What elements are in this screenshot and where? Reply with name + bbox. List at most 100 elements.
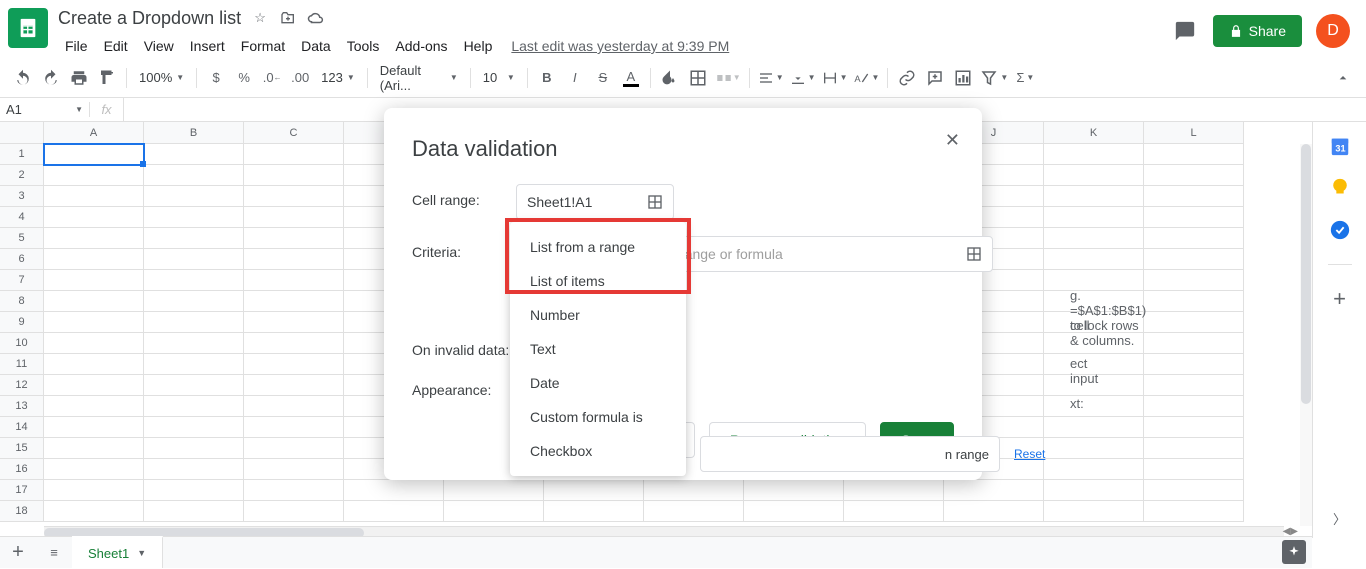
font-dropdown[interactable]: Default (Ari...▼	[374, 65, 464, 91]
move-icon[interactable]	[279, 9, 297, 27]
cell[interactable]	[44, 354, 144, 375]
document-title[interactable]: Create a Dropdown list	[58, 8, 241, 29]
col-header[interactable]: B	[144, 122, 244, 144]
comments-icon[interactable]	[1171, 17, 1199, 45]
cell[interactable]	[44, 333, 144, 354]
cell[interactable]	[244, 207, 344, 228]
sheets-logo[interactable]	[8, 8, 48, 48]
rotate-icon[interactable]: A▼	[851, 65, 881, 91]
italic-icon[interactable]: I	[562, 65, 588, 91]
keep-icon[interactable]	[1328, 176, 1352, 200]
row-header[interactable]: 8	[0, 291, 44, 312]
cell[interactable]	[44, 144, 144, 165]
text-color-icon[interactable]: A	[618, 65, 644, 91]
validation-help-input[interactable]: n range	[700, 436, 1000, 472]
cell[interactable]	[144, 312, 244, 333]
cell[interactable]	[44, 438, 144, 459]
criteria-range-input[interactable]: er a range or formula	[641, 236, 993, 272]
more-formats-dropdown[interactable]: 123▼	[315, 65, 361, 91]
row-header[interactable]: 15	[0, 438, 44, 459]
cell[interactable]	[44, 375, 144, 396]
menu-tools[interactable]: Tools	[340, 34, 387, 58]
cell[interactable]	[1144, 501, 1244, 522]
cell[interactable]	[144, 207, 244, 228]
cell[interactable]	[1144, 249, 1244, 270]
cell[interactable]	[144, 270, 244, 291]
last-edit-link[interactable]: Last edit was yesterday at 9:39 PM	[511, 38, 729, 54]
cell[interactable]	[644, 501, 744, 522]
cell[interactable]	[1144, 186, 1244, 207]
share-button[interactable]: Share	[1213, 15, 1302, 47]
criteria-option[interactable]: Text	[510, 332, 686, 366]
col-header[interactable]: L	[1144, 122, 1244, 144]
add-addon-icon[interactable]: +	[1328, 287, 1352, 311]
cell[interactable]	[244, 396, 344, 417]
cell[interactable]	[244, 459, 344, 480]
cell[interactable]	[1044, 501, 1144, 522]
cell[interactable]	[244, 333, 344, 354]
paint-format-icon[interactable]	[94, 65, 120, 91]
cell[interactable]	[1144, 438, 1244, 459]
cell[interactable]	[144, 480, 244, 501]
menu-edit[interactable]: Edit	[97, 34, 135, 58]
fill-color-icon[interactable]	[657, 65, 683, 91]
hide-side-panel-icon[interactable]: 〉	[1328, 506, 1352, 530]
row-header[interactable]: 14	[0, 417, 44, 438]
cell[interactable]	[44, 417, 144, 438]
col-header[interactable]: C	[244, 122, 344, 144]
cell[interactable]	[44, 480, 144, 501]
cell[interactable]	[344, 501, 444, 522]
cell[interactable]	[544, 480, 644, 501]
cell[interactable]	[1044, 396, 1144, 417]
menu-format[interactable]: Format	[234, 34, 292, 58]
increase-decimal-icon[interactable]: .00	[287, 65, 313, 91]
cell[interactable]	[1144, 207, 1244, 228]
cell[interactable]	[244, 165, 344, 186]
cell[interactable]	[844, 501, 944, 522]
cell[interactable]	[244, 312, 344, 333]
cell[interactable]	[144, 459, 244, 480]
row-header[interactable]: 3	[0, 186, 44, 207]
menu-file[interactable]: File	[58, 34, 95, 58]
row-header[interactable]: 2	[0, 165, 44, 186]
cell[interactable]	[244, 186, 344, 207]
cell[interactable]	[544, 501, 644, 522]
cell[interactable]	[1144, 396, 1244, 417]
criteria-option[interactable]: Date	[510, 366, 686, 400]
link-icon[interactable]	[894, 65, 920, 91]
cell[interactable]	[1044, 417, 1144, 438]
criteria-option[interactable]: Number	[510, 298, 686, 332]
row-header[interactable]: 17	[0, 480, 44, 501]
cell[interactable]	[444, 480, 544, 501]
menu-view[interactable]: View	[137, 34, 181, 58]
comment-icon[interactable]	[922, 65, 948, 91]
cell[interactable]	[244, 438, 344, 459]
row-header[interactable]: 5	[0, 228, 44, 249]
cell[interactable]	[1044, 438, 1144, 459]
cell[interactable]	[244, 228, 344, 249]
cell[interactable]	[744, 501, 844, 522]
calendar-icon[interactable]: 31	[1328, 134, 1352, 158]
cell[interactable]	[1144, 417, 1244, 438]
percent-icon[interactable]: %	[231, 65, 257, 91]
row-header[interactable]: 10	[0, 333, 44, 354]
row-header[interactable]: 4	[0, 207, 44, 228]
cell[interactable]	[1044, 480, 1144, 501]
cell[interactable]	[144, 291, 244, 312]
all-sheets-icon[interactable]: ≡	[36, 537, 72, 569]
zoom-dropdown[interactable]: 100%▼	[133, 65, 190, 91]
cell[interactable]	[744, 480, 844, 501]
cell[interactable]	[1044, 459, 1144, 480]
cell[interactable]	[44, 291, 144, 312]
borders-icon[interactable]	[685, 65, 711, 91]
cell[interactable]	[1144, 375, 1244, 396]
merge-icon[interactable]: ▼	[713, 65, 743, 91]
cell[interactable]	[44, 312, 144, 333]
select-all-corner[interactable]	[0, 122, 44, 144]
cell[interactable]	[144, 186, 244, 207]
account-avatar[interactable]: D	[1316, 14, 1350, 48]
cell[interactable]	[1044, 144, 1144, 165]
cell[interactable]	[144, 165, 244, 186]
cell[interactable]	[444, 501, 544, 522]
cell[interactable]	[144, 333, 244, 354]
